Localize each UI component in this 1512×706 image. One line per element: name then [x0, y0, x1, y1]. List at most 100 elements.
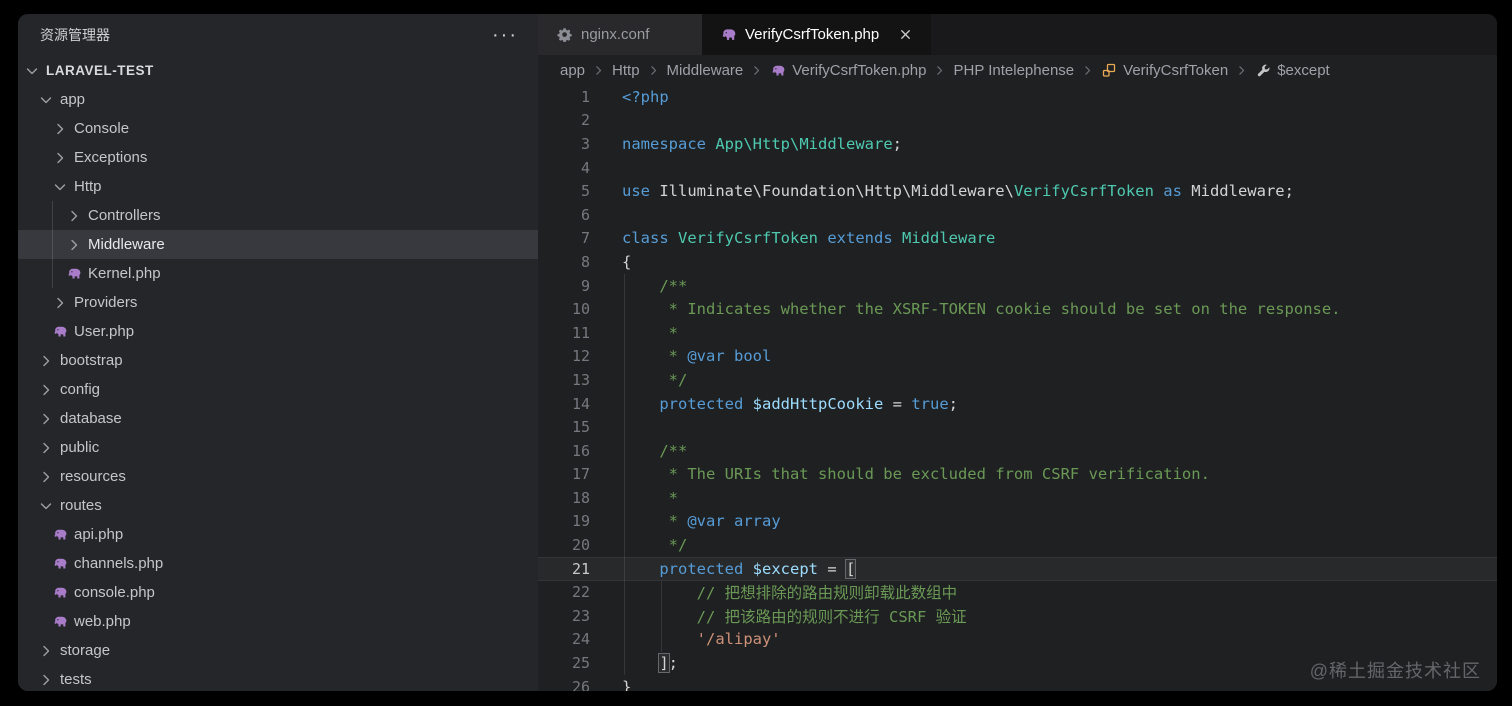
line-number: 1	[580, 87, 590, 106]
code-line-text[interactable]: ];	[590, 653, 1497, 674]
tree-item-user-php[interactable]: User.php	[18, 317, 538, 346]
code-line: 25 ];	[538, 651, 1497, 675]
tree-item-label: User.php	[74, 323, 135, 340]
breadcrumb-item-php-intelephense[interactable]: PHP Intelephense	[953, 62, 1074, 79]
line-number: 5	[580, 182, 590, 201]
line-number: 10	[571, 300, 590, 319]
code-line-text[interactable]: * The URIs that should be excluded from …	[590, 465, 1497, 483]
tree-item-storage[interactable]: storage	[18, 636, 538, 665]
tree-item-label: storage	[60, 642, 111, 659]
tree-item-console[interactable]: Console	[18, 114, 538, 143]
code-line-text[interactable]: class VerifyCsrfToken extends Middleware	[590, 229, 1497, 247]
tree-item-api-php[interactable]: api.php	[18, 520, 538, 549]
tree-item-resources[interactable]: resources	[18, 462, 538, 491]
breadcrumb-separator-icon	[750, 64, 763, 77]
code-line-text[interactable]: use Illuminate\Foundation\Http\Middlewar…	[590, 182, 1497, 200]
line-number: 14	[571, 394, 590, 413]
tree-item-console-php[interactable]: console.php	[18, 578, 538, 607]
tree-item-label: routes	[60, 497, 102, 514]
line-number: 11	[571, 323, 590, 342]
chevron-down-icon	[38, 498, 54, 514]
code-line: 19 * @var array	[538, 510, 1497, 534]
code-line: 11 *	[538, 321, 1497, 345]
tree-item-label: Exceptions	[74, 149, 148, 166]
code-line: 6	[538, 203, 1497, 227]
code-line: 5 use Illuminate\Foundation\Http\Middlewa…	[538, 179, 1497, 203]
tree-item-laravel-test[interactable]: LARAVEL-TEST	[18, 56, 538, 85]
code-line-text[interactable]: /**	[590, 277, 1497, 295]
wrench-icon	[1255, 62, 1271, 78]
tree-item-kernel-php[interactable]: Kernel.php	[18, 259, 538, 288]
tree-item-database[interactable]: database	[18, 404, 538, 433]
code-line-text[interactable]: * @var array	[590, 512, 1497, 530]
code-line: 10 * Indicates whether the XSRF-TOKEN co…	[538, 297, 1497, 321]
editor-area: nginx.conf VerifyCsrfToken.php app Http Mid…	[538, 14, 1497, 691]
breadcrumb-item-except[interactable]: $except	[1255, 62, 1330, 79]
breadcrumb-item-verifycsrftoken-php[interactable]: VerifyCsrfToken.php	[770, 62, 926, 79]
code-line: 22 // 把想排除的路由规则卸载此数组中	[538, 580, 1497, 604]
line-number: 19	[571, 512, 590, 531]
line-number: 12	[571, 347, 590, 366]
code-line-text[interactable]: protected $except = [	[590, 558, 1497, 579]
tree-item-controllers[interactable]: Controllers	[18, 201, 538, 230]
more-actions-button[interactable]: ···	[492, 25, 518, 45]
chevron-down-icon	[52, 179, 68, 195]
file-tree: LARAVEL-TEST app Console Exceptions Http Cont…	[18, 56, 538, 691]
tab-nginx-conf[interactable]: nginx.conf	[538, 14, 702, 55]
tree-item-channels-php[interactable]: channels.php	[18, 549, 538, 578]
tree-item-http[interactable]: Http	[18, 172, 538, 201]
tree-item-tests[interactable]: tests	[18, 665, 538, 691]
chevron-right-icon	[52, 121, 68, 137]
tab-verifycsrftoken-php[interactable]: VerifyCsrfToken.php	[702, 14, 932, 55]
line-number: 15	[571, 418, 590, 437]
line-number: 23	[571, 606, 590, 625]
explorer-title: 资源管理器	[40, 27, 110, 43]
code-line-text[interactable]: * Indicates whether the XSRF-TOKEN cooki…	[590, 300, 1497, 318]
code-line-text[interactable]: * @var bool	[590, 347, 1497, 365]
code-line: 20 */	[538, 533, 1497, 557]
tree-item-bootstrap[interactable]: bootstrap	[18, 346, 538, 375]
code-line-text[interactable]: */	[590, 371, 1497, 389]
code-line-text[interactable]: {	[590, 253, 1497, 271]
code-line-text[interactable]: protected $addHttpCookie = true;	[590, 395, 1497, 413]
code-line-text[interactable]: *	[590, 489, 1497, 507]
code-line-text[interactable]: *	[590, 324, 1497, 342]
breadcrumb-item-app[interactable]: app	[560, 62, 585, 79]
tree-item-label: api.php	[74, 526, 124, 543]
tree-item-providers[interactable]: Providers	[18, 288, 538, 317]
breadcrumb-item-middleware[interactable]: Middleware	[667, 62, 744, 79]
code-line-text[interactable]: // 把该路由的规则不进行 CSRF 验证	[590, 605, 1497, 627]
tree-item-label: config	[60, 381, 101, 398]
chevron-right-icon	[66, 237, 82, 253]
breadcrumb: app Http Middleware VerifyCsrfToken.php PHP …	[538, 55, 1497, 85]
line-number: 20	[571, 536, 590, 555]
tree-item-label: Http	[74, 178, 102, 195]
tree-item-public[interactable]: public	[18, 433, 538, 462]
tree-item-label: Console	[74, 120, 130, 137]
tree-item-middleware[interactable]: Middleware	[18, 230, 538, 259]
tree-item-web-php[interactable]: web.php	[18, 607, 538, 636]
code-editor[interactable]: 1 <?php 2 3 namespace App\Http\Middleware; 4 5…	[538, 85, 1497, 691]
close-icon[interactable]	[897, 27, 913, 43]
tree-item-label: Middleware	[88, 236, 165, 253]
breadcrumb-item-verifycsrftoken[interactable]: VerifyCsrfToken	[1101, 62, 1228, 79]
php-icon	[52, 585, 68, 601]
code-line-text[interactable]: '/alipay'	[590, 630, 1497, 648]
code-line-text[interactable]: /**	[590, 442, 1497, 460]
tree-item-routes[interactable]: routes	[18, 491, 538, 520]
code-line-text[interactable]: */	[590, 536, 1497, 554]
tree-item-label: database	[60, 410, 122, 427]
code-line-text[interactable]: <?php	[590, 88, 1497, 106]
line-number: 6	[580, 205, 590, 224]
code-line-text[interactable]: // 把想排除的路由规则卸载此数组中	[590, 581, 1497, 603]
code-line-text[interactable]: }	[590, 678, 1497, 691]
tree-item-exceptions[interactable]: Exceptions	[18, 143, 538, 172]
code-line: 21 protected $except = [	[538, 557, 1497, 581]
tree-item-config[interactable]: config	[18, 375, 538, 404]
php-icon	[770, 62, 786, 78]
code-line-text[interactable]: namespace App\Http\Middleware;	[590, 135, 1497, 153]
breadcrumb-item-http[interactable]: Http	[612, 62, 640, 79]
tree-item-app[interactable]: app	[18, 85, 538, 114]
tree-item-label: LARAVEL-TEST	[46, 63, 154, 78]
line-number: 25	[571, 654, 590, 673]
